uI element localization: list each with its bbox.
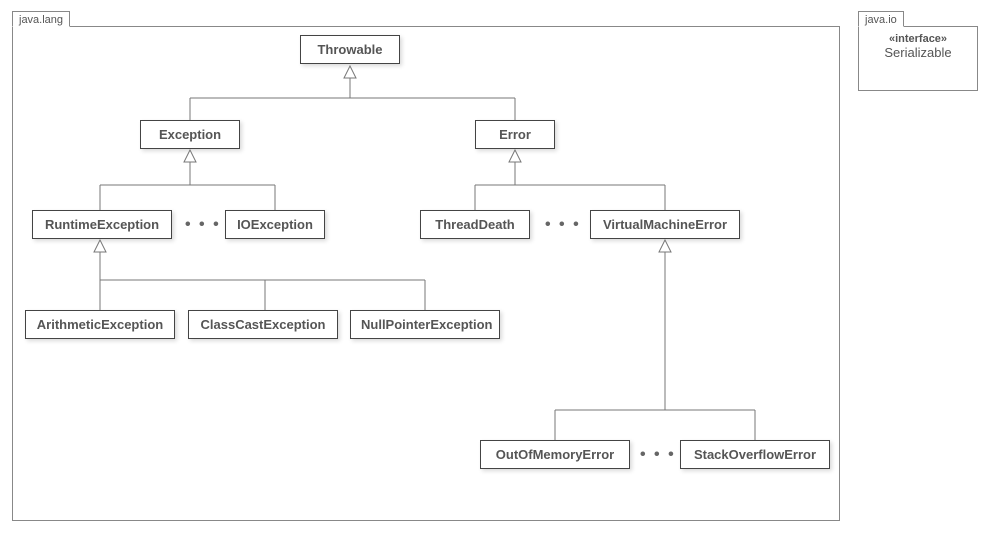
ellipsis-icon: • • • xyxy=(545,216,581,234)
package-label: java.lang xyxy=(19,14,63,26)
class-virtualmachineerror: VirtualMachineError xyxy=(590,210,740,239)
class-outofmemoryerror: OutOfMemoryError xyxy=(480,440,630,469)
class-runtimeexception: RuntimeException xyxy=(32,210,172,239)
ellipsis-icon: • • • xyxy=(185,216,221,234)
class-throwable: Throwable xyxy=(300,35,400,64)
class-arithmeticexception: ArithmeticException xyxy=(25,310,175,339)
class-stackoverflowerror: StackOverflowError xyxy=(680,440,830,469)
class-exception: Exception xyxy=(140,120,240,149)
class-classcastexception: ClassCastException xyxy=(188,310,338,339)
interface-serializable: Serializable xyxy=(865,45,971,60)
package-tab-java-io: java.io xyxy=(858,11,904,27)
class-nullpointerexception: NullPointerException xyxy=(350,310,500,339)
ellipsis-icon: • • • xyxy=(640,446,676,464)
class-ioexception: IOException xyxy=(225,210,325,239)
package-java-io: java.io «interface» Serializable xyxy=(858,26,978,91)
package-tab-java-lang: java.lang xyxy=(12,11,70,27)
package-label: java.io xyxy=(865,14,897,26)
class-error: Error xyxy=(475,120,555,149)
interface-stereotype: «interface» xyxy=(865,33,971,45)
class-threaddeath: ThreadDeath xyxy=(420,210,530,239)
